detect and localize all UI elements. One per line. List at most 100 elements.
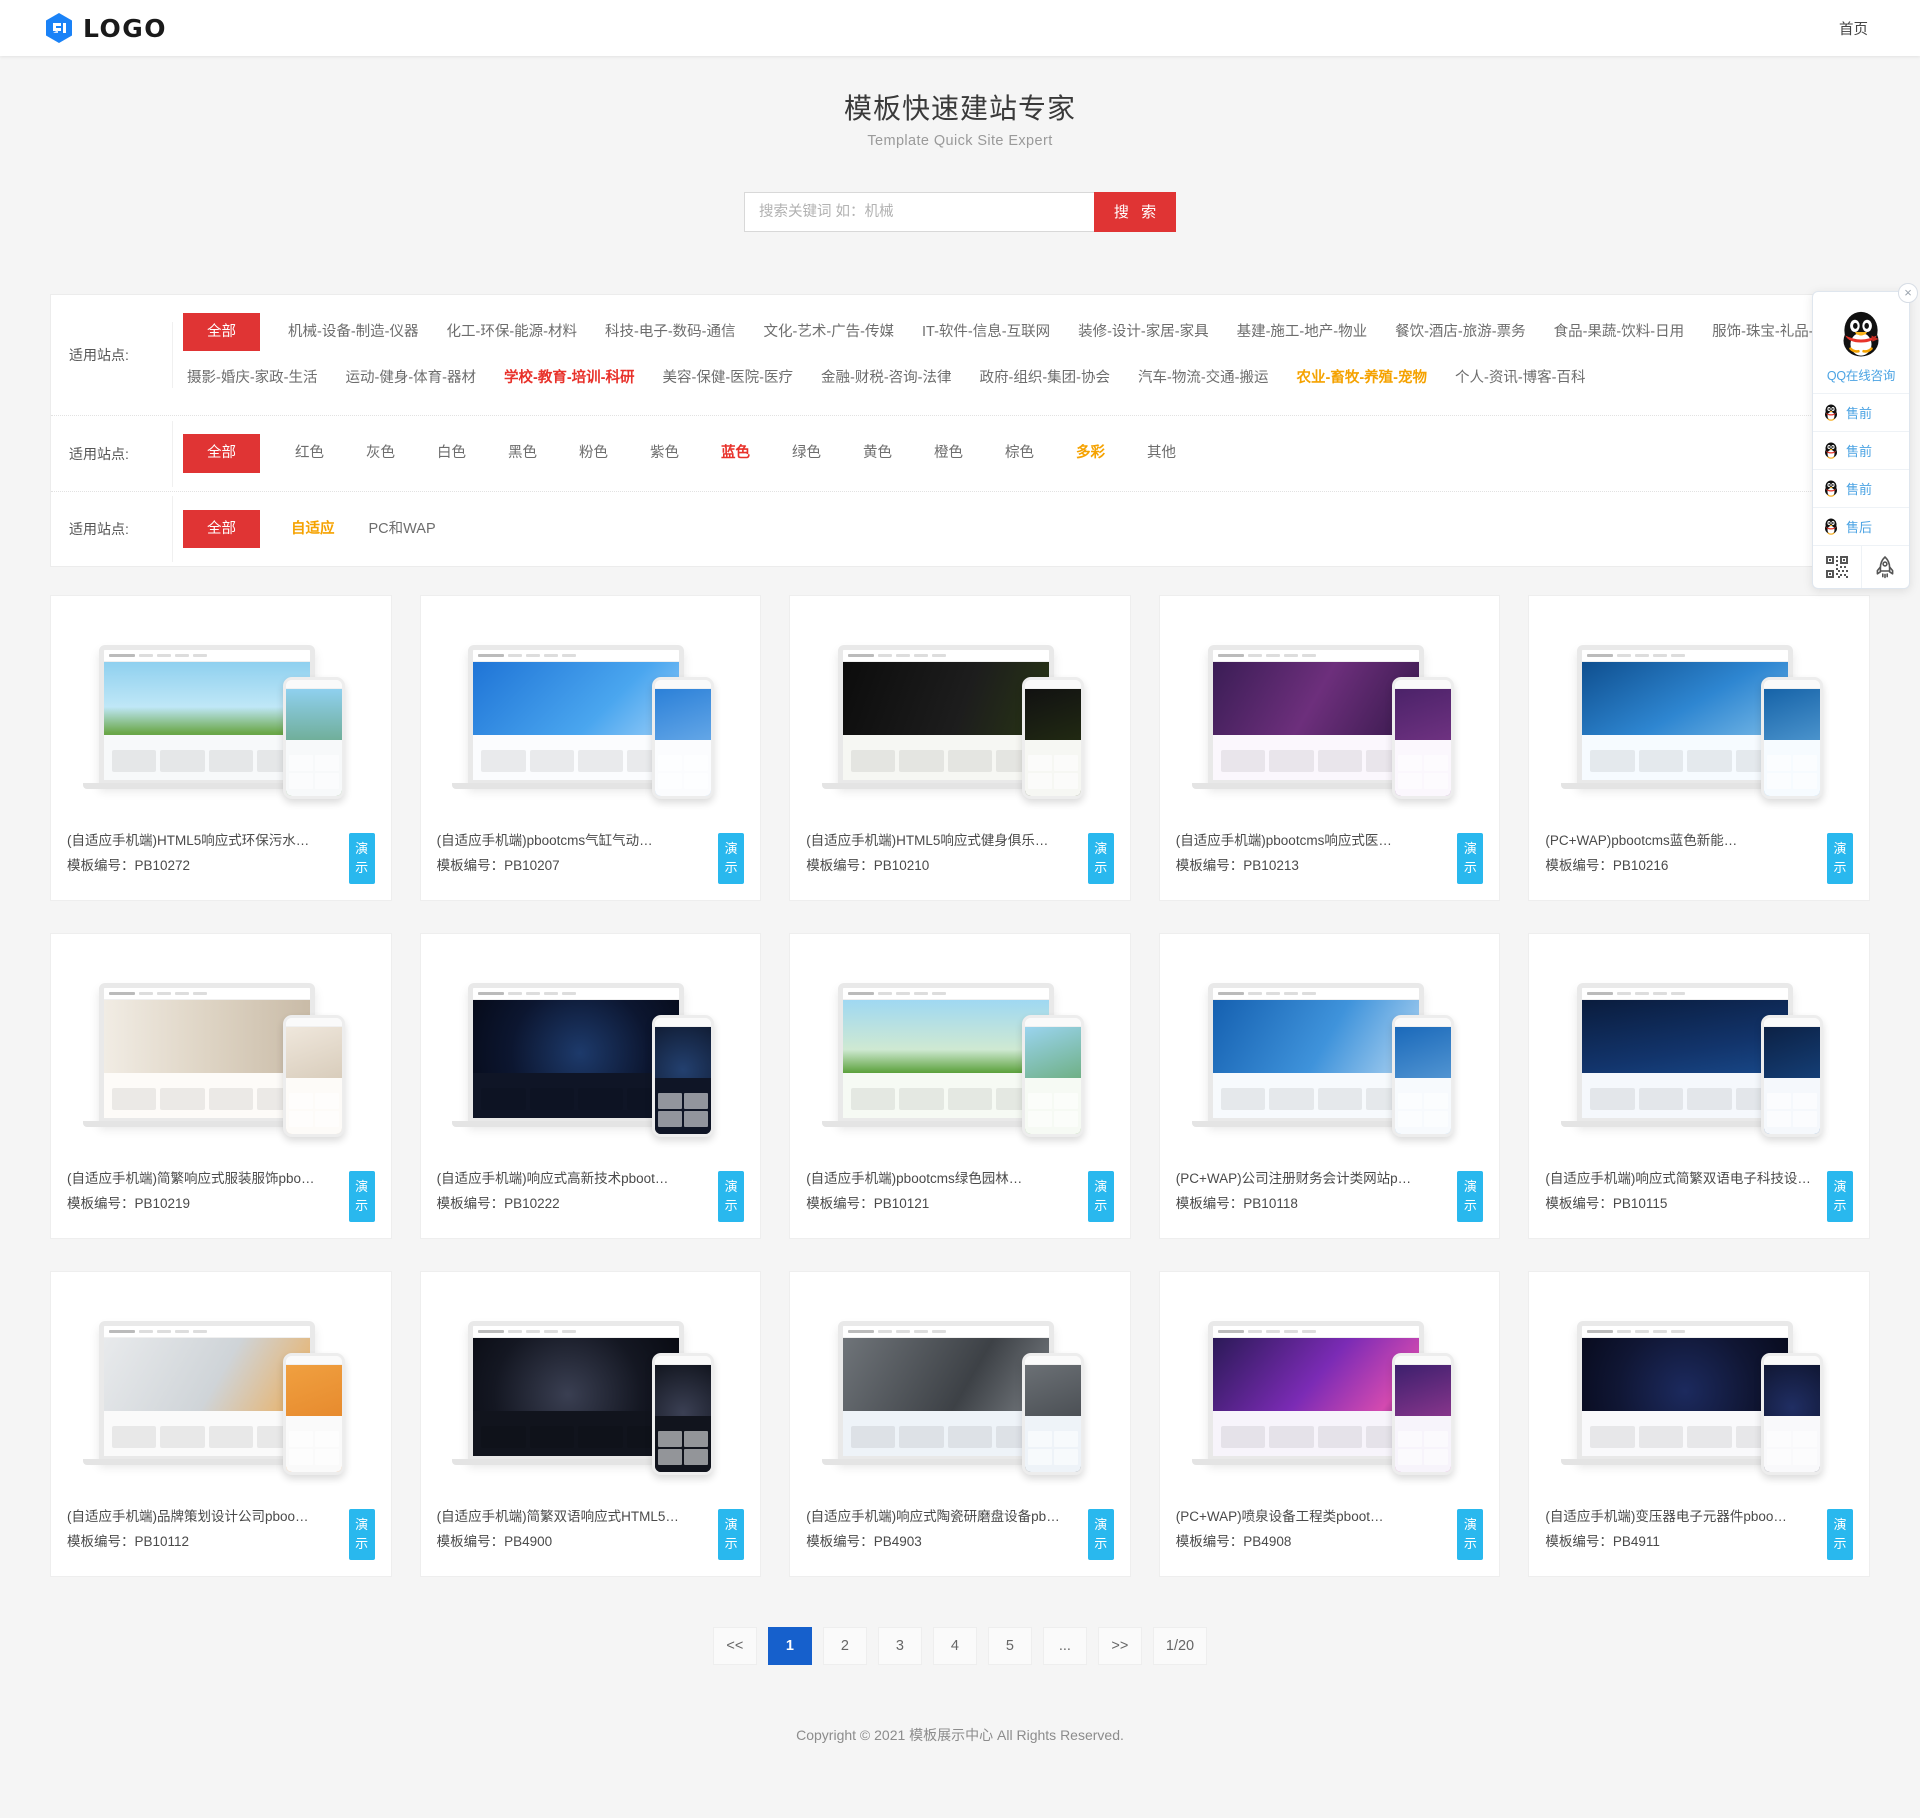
template-card[interactable]: (自适应手机端)品牌策划设计公司pboo… 模板编号：PB10112 演示 (50, 1270, 392, 1577)
template-thumbnail[interactable] (65, 609, 377, 818)
filter-chip-color-11[interactable]: 多彩 (1058, 434, 1123, 472)
filter-chip-category-16[interactable]: 汽车-物流-交通-搬运 (1127, 359, 1280, 397)
demo-button[interactable]: 演示 (1827, 1508, 1853, 1560)
filter-chip-color-12[interactable]: 其他 (1129, 434, 1194, 472)
filter-chip-color-10[interactable]: 棕色 (987, 434, 1052, 472)
demo-button[interactable]: 演示 (718, 1170, 745, 1222)
template-thumbnail[interactable] (1543, 1285, 1855, 1494)
filter-chip-color-0[interactable]: 红色 (277, 434, 342, 472)
template-card[interactable]: (自适应手机端)变压器电子元器件pboo… 模板编号：PB4911 演示 (1528, 1270, 1870, 1577)
filter-chip-color-6[interactable]: 蓝色 (703, 434, 768, 472)
pagination-page-4[interactable]: 4 (932, 1626, 977, 1665)
brand-logo[interactable]: LOGO (40, 12, 167, 44)
template-card[interactable]: (自适应手机端)HTML5响应式环保污水… 模板编号：PB10272 演示 (50, 594, 392, 901)
demo-button[interactable]: 演示 (718, 832, 745, 884)
demo-button[interactable]: 演示 (1457, 1170, 1484, 1222)
filter-chip-category-10[interactable]: 摄影-婚庆-家政-生活 (176, 359, 329, 397)
back-to-top-button[interactable] (1860, 546, 1910, 588)
template-card[interactable]: (自适应手机端)简繁响应式服装服饰pbo… 模板编号：PB10219 演示 (50, 932, 392, 1239)
template-thumbnail[interactable] (804, 1285, 1116, 1494)
demo-button[interactable]: 演示 (1087, 1170, 1114, 1222)
filter-chip-all[interactable]: 全部 (183, 312, 260, 352)
filter-chip-color-9[interactable]: 橙色 (916, 434, 981, 472)
template-thumbnail[interactable] (1173, 947, 1486, 1156)
filter-chip-color-2[interactable]: 白色 (419, 434, 484, 472)
filter-chip-category-15[interactable]: 政府-组织-集团-协会 (969, 359, 1122, 397)
filter-chip-color-3[interactable]: 黑色 (490, 434, 555, 472)
template-card[interactable]: (自适应手机端)pbootcms响应式医… 模板编号：PB10213 演示 (1158, 594, 1501, 901)
filter-chip-color-8[interactable]: 黄色 (845, 434, 910, 472)
template-card[interactable]: (自适应手机端)响应式简繁双语电子科技设… 模板编号：PB10115 演示 (1528, 932, 1870, 1239)
template-thumbnail[interactable] (65, 1285, 377, 1494)
template-thumbnail[interactable] (434, 947, 747, 1156)
template-card[interactable]: (自适应手机端)pbootcms绿色园林… 模板编号：PB10121 演示 (789, 932, 1131, 1239)
pagination-page-2[interactable]: 2 (822, 1626, 867, 1665)
pagination-next[interactable]: >> (1097, 1626, 1142, 1665)
pagination-ellipsis[interactable]: ... (1042, 1626, 1087, 1665)
demo-button[interactable]: 演示 (348, 1508, 375, 1560)
nav-item-home[interactable]: 首页 (1827, 16, 1880, 44)
template-thumbnail[interactable] (804, 609, 1116, 818)
filter-chip-all-device[interactable]: 全部 (183, 509, 260, 548)
template-card[interactable]: (PC+WAP)pbootcms蓝色新能… 模板编号：PB10216 演示 (1528, 594, 1870, 901)
demo-button[interactable]: 演示 (1827, 832, 1853, 884)
template-card[interactable]: (PC+WAP)喷泉设备工程类pboot… 模板编号：PB4908 演示 (1158, 1270, 1501, 1577)
template-thumbnail[interactable] (434, 609, 747, 818)
qrcode-button[interactable] (1813, 546, 1861, 588)
search-button[interactable]: 搜 索 (1094, 191, 1176, 232)
filter-chip-category-14[interactable]: 金融-财税-咨询-法律 (810, 359, 963, 397)
filter-chip-color-1[interactable]: 灰色 (348, 434, 413, 472)
pagination-prev[interactable]: << (712, 1626, 757, 1665)
filter-chip-category-5[interactable]: 装修-设计-家居-家具 (1067, 313, 1220, 351)
template-thumbnail[interactable] (1173, 1285, 1486, 1494)
qq-contact-item-3[interactable]: 售后 (1813, 508, 1909, 546)
qq-contact-item-1[interactable]: 售前 (1813, 432, 1909, 470)
close-icon[interactable]: × (1898, 283, 1918, 303)
template-thumbnail[interactable] (1543, 609, 1855, 818)
template-card[interactable]: (自适应手机端)pbootcms气缸气动… 模板编号：PB10207 演示 (419, 594, 762, 901)
template-card[interactable]: (自适应手机端)HTML5响应式健身俱乐… 模板编号：PB10210 演示 (789, 594, 1131, 901)
template-thumbnail[interactable] (434, 1285, 747, 1494)
demo-button[interactable]: 演示 (1087, 1508, 1114, 1560)
filter-chip-category-17[interactable]: 农业-畜牧-养殖-宠物 (1286, 359, 1439, 397)
demo-button[interactable]: 演示 (1087, 832, 1114, 884)
qq-contact-item-2[interactable]: 售前 (1813, 470, 1909, 508)
demo-button[interactable]: 演示 (1457, 1508, 1484, 1560)
demo-button[interactable]: 演示 (348, 1170, 375, 1222)
demo-button[interactable]: 演示 (718, 1508, 745, 1560)
filter-chip-category-12[interactable]: 学校-教育-培训-科研 (493, 359, 646, 397)
filter-chip-color-4[interactable]: 粉色 (561, 434, 626, 472)
filter-chip-color-5[interactable]: 紫色 (632, 434, 697, 472)
template-thumbnail[interactable] (1543, 947, 1855, 1156)
template-card[interactable]: (自适应手机端)响应式高新技术pboot… 模板编号：PB10222 演示 (419, 932, 762, 1239)
filter-chip-category-18[interactable]: 个人-资讯-博客-百科 (1444, 359, 1597, 397)
filter-chip-all-color[interactable]: 全部 (183, 434, 260, 473)
filter-chip-category-11[interactable]: 运动-健身-体育-器材 (335, 359, 488, 397)
pagination-page-1[interactable]: 1 (767, 1626, 812, 1665)
template-thumbnail[interactable] (65, 947, 377, 1156)
filter-chip-category-0[interactable]: 机械-设备-制造-仪器 (277, 313, 430, 351)
demo-button[interactable]: 演示 (348, 832, 375, 884)
search-input[interactable] (744, 191, 1094, 232)
filter-chip-category-8[interactable]: 食品-果蔬-饮料-日用 (1543, 313, 1696, 351)
template-thumbnail[interactable] (804, 947, 1116, 1156)
filter-chip-category-6[interactable]: 基建-施工-地产-物业 (1226, 313, 1379, 351)
filter-chip-category-2[interactable]: 科技-电子-数码-通信 (594, 313, 747, 351)
filter-chip-device-0[interactable]: 自适应 (277, 510, 349, 548)
filter-chip-device-1[interactable]: PC和WAP (355, 510, 450, 548)
qq-contact-item-0[interactable]: 售前 (1813, 394, 1909, 432)
filter-chip-category-13[interactable]: 美容-保健-医院-医疗 (652, 359, 805, 397)
pagination-page-5[interactable]: 5 (987, 1626, 1032, 1665)
filter-chip-category-7[interactable]: 餐饮-酒店-旅游-票务 (1384, 313, 1537, 351)
filter-chip-category-3[interactable]: 文化-艺术-广告-传媒 (753, 313, 906, 351)
template-card[interactable]: (自适应手机端)简繁双语响应式HTML5… 模板编号：PB4900 演示 (419, 1270, 762, 1577)
filter-chip-category-1[interactable]: 化工-环保-能源-材料 (436, 313, 589, 351)
demo-button[interactable]: 演示 (1827, 1170, 1853, 1222)
template-card[interactable]: (PC+WAP)公司注册财务会计类网站p… 模板编号：PB10118 演示 (1158, 932, 1501, 1239)
template-card[interactable]: (自适应手机端)响应式陶瓷研磨盘设备pb… 模板编号：PB4903 演示 (789, 1270, 1131, 1577)
filter-chip-color-7[interactable]: 绿色 (774, 434, 839, 472)
pagination-page-3[interactable]: 3 (877, 1626, 922, 1665)
filter-chip-category-4[interactable]: IT-软件-信息-互联网 (911, 313, 1061, 351)
template-thumbnail[interactable] (1173, 609, 1486, 818)
demo-button[interactable]: 演示 (1457, 832, 1484, 884)
